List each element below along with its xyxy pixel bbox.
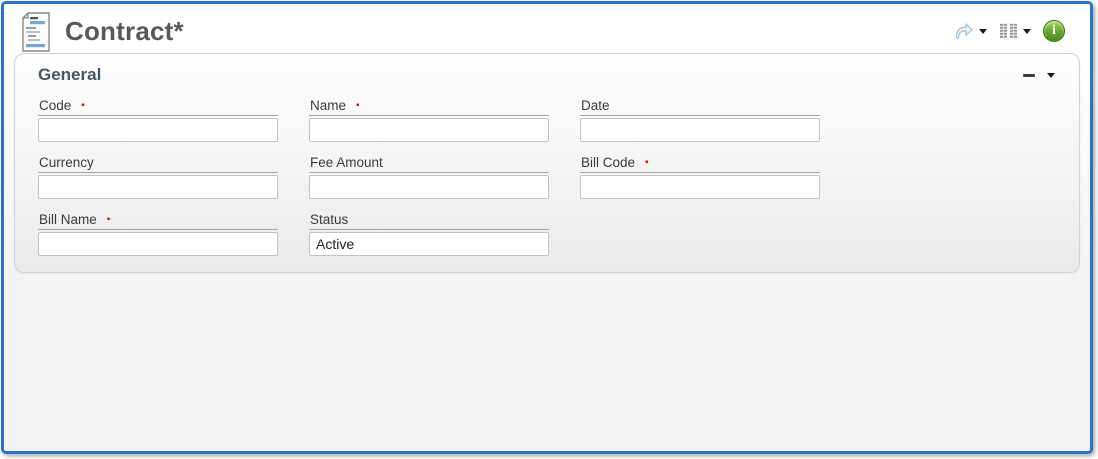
toolbar: i [950, 18, 1068, 44]
field-label: Bill Name [39, 212, 97, 227]
field-label: Currency [39, 155, 94, 170]
page-title: Contract* [65, 16, 184, 47]
workflow-actions-button[interactable] [950, 20, 990, 42]
section-controls [1023, 73, 1055, 78]
field-label: Status [310, 212, 348, 227]
field-label: Code [39, 98, 71, 113]
field-label: Fee Amount [310, 155, 383, 170]
status-input[interactable] [309, 232, 549, 256]
info-button[interactable]: i [1040, 18, 1068, 44]
general-form: Code ▪ Name ▪ Date [15, 85, 1079, 256]
required-marker: ▪ [81, 101, 85, 111]
name-input[interactable] [309, 118, 549, 142]
chevron-down-icon [979, 29, 987, 34]
field-status: Status [309, 212, 549, 256]
field-name: Name ▪ [309, 98, 549, 142]
chevron-down-icon[interactable] [1047, 73, 1055, 78]
collapse-icon[interactable] [1023, 74, 1035, 77]
date-input[interactable] [580, 118, 820, 142]
general-section: General Code ▪ Name ▪ [14, 53, 1080, 273]
required-marker: ▪ [356, 101, 360, 111]
field-date: Date [580, 98, 820, 142]
section-title: General [38, 65, 101, 85]
info-icon: i [1043, 20, 1065, 42]
document-icon [19, 12, 53, 52]
fee-amount-input[interactable] [309, 175, 549, 199]
field-label: Bill Code [581, 155, 635, 170]
column-layout-button[interactable] [996, 21, 1034, 41]
field-code: Code ▪ [38, 98, 278, 142]
code-input[interactable] [38, 118, 278, 142]
field-currency: Currency [38, 155, 278, 199]
columns-icon [999, 23, 1018, 39]
field-fee-amount: Fee Amount [309, 155, 549, 199]
bill-name-input[interactable] [38, 232, 278, 256]
field-bill-name: Bill Name ▪ [38, 212, 278, 256]
required-marker: ▪ [645, 158, 649, 168]
field-bill-code: Bill Code ▪ [580, 155, 820, 199]
general-section-header: General [15, 54, 1079, 85]
curved-arrow-icon [953, 22, 974, 40]
currency-input[interactable] [38, 175, 278, 199]
chevron-down-icon [1023, 29, 1031, 34]
bill-code-input[interactable] [580, 175, 820, 199]
field-label: Name [310, 98, 346, 113]
required-marker: ▪ [107, 215, 111, 225]
contract-window: Contract* [1, 1, 1093, 454]
field-label: Date [581, 98, 610, 113]
window-header: Contract* [4, 4, 1090, 54]
